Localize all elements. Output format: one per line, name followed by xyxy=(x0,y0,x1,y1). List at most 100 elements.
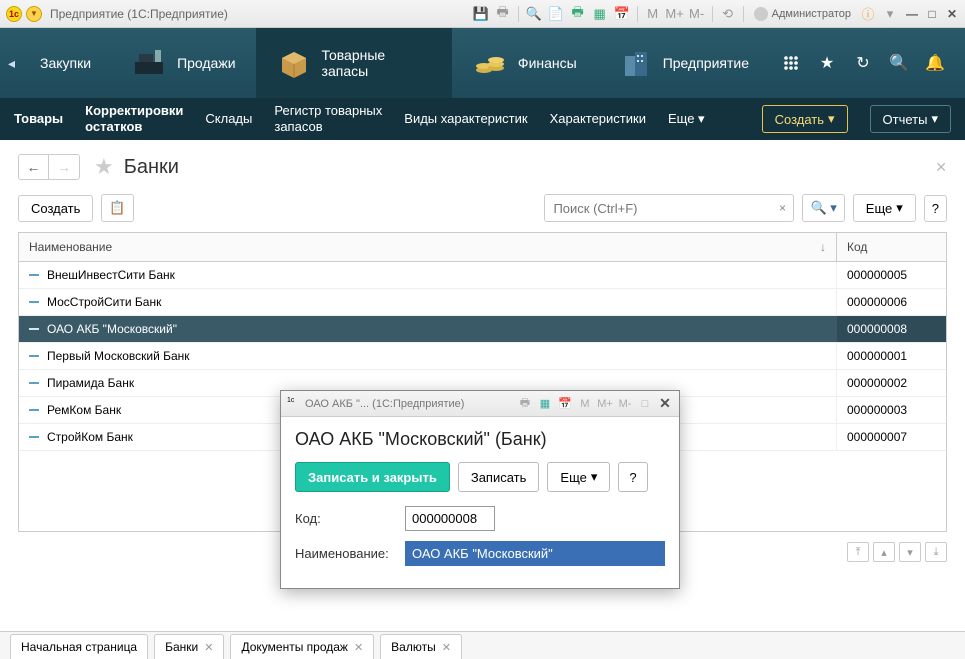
subnav-create-button[interactable]: Создать ▾ xyxy=(762,105,848,133)
dialog-maximize-icon[interactable]: □ xyxy=(637,396,653,412)
row-code: 000000003 xyxy=(836,397,946,423)
tab-close-icon[interactable]: ✕ xyxy=(354,641,363,654)
column-name[interactable]: Наименование↓ xyxy=(19,233,836,261)
section-purchases[interactable]: Закупки xyxy=(20,28,111,98)
dialog-toolbar: Записать и закрыть Записать Еще ▾ ? xyxy=(295,462,665,492)
save-icon[interactable]: 💾 xyxy=(472,5,490,23)
save-and-close-button[interactable]: Записать и закрыть xyxy=(295,462,450,492)
app-logo-icon: 1c xyxy=(6,6,22,22)
dialog-print-icon[interactable]: 🖶 xyxy=(517,396,533,412)
subnav-char-types[interactable]: Виды характеристик xyxy=(404,111,527,127)
calc-icon[interactable]: ▦ xyxy=(591,5,609,23)
section-finance[interactable]: Финансы xyxy=(452,28,597,98)
table-row[interactable]: ОАО АКБ "Московский"000000008 xyxy=(19,316,946,343)
m-minus-icon[interactable]: M- xyxy=(688,5,706,23)
m-plus-icon[interactable]: M+ xyxy=(666,5,684,23)
subnav-reports-button[interactable]: Отчеты ▾ xyxy=(870,105,951,133)
scroll-down-icon[interactable]: ▾ xyxy=(899,542,921,562)
info-icon[interactable]: ⓘ xyxy=(859,5,877,23)
bell-icon[interactable]: 🔔 xyxy=(925,53,945,73)
table-row[interactable]: ВнешИнвестСити Банк000000005 xyxy=(19,262,946,289)
create-button[interactable]: Создать xyxy=(18,195,93,222)
back-icon[interactable]: ⟲ xyxy=(719,5,737,23)
tab-close-icon[interactable]: ✕ xyxy=(442,641,451,654)
tab[interactable]: Валюты✕ xyxy=(380,634,462,659)
search-input[interactable] xyxy=(545,201,771,216)
dialog-more-button[interactable]: Еще ▾ xyxy=(547,462,610,492)
dialog-mplus-icon[interactable]: M+ xyxy=(597,396,613,412)
search-button[interactable]: 🔍 ▾ xyxy=(802,194,844,222)
calendar-icon[interactable]: 📅 xyxy=(613,5,631,23)
apps-icon[interactable] xyxy=(781,53,801,73)
help-button[interactable]: ? xyxy=(924,195,947,222)
page-close-icon[interactable]: ✕ xyxy=(935,159,947,176)
search-icon[interactable]: 🔍 xyxy=(889,53,909,73)
dialog-m-icon[interactable]: M xyxy=(577,396,593,412)
app-menu-dropdown[interactable]: ▼ xyxy=(26,6,42,22)
dialog-mminus-icon[interactable]: M- xyxy=(617,396,633,412)
subnav-corrections[interactable]: Корректировки остатков xyxy=(85,103,183,134)
column-code[interactable]: Код xyxy=(836,233,946,261)
subnav-more[interactable]: Еще ▾ xyxy=(668,111,705,127)
m-icon[interactable]: M xyxy=(644,5,662,23)
dialog-calendar-icon[interactable]: 📅 xyxy=(557,396,573,412)
subnav-goods[interactable]: Товары xyxy=(14,111,63,127)
row-name: ОАО АКБ "Московский" xyxy=(47,322,177,336)
history-icon[interactable]: ↻ xyxy=(853,53,873,73)
favorite-star-icon[interactable]: ★ xyxy=(94,154,114,180)
more-button[interactable]: Еще ▾ xyxy=(853,194,916,222)
app-logo-icon: 1c xyxy=(287,397,301,411)
minimize-button[interactable]: — xyxy=(905,7,919,21)
subnav-characteristics[interactable]: Характеристики xyxy=(550,111,646,127)
print2-icon[interactable]: 🖶 xyxy=(569,5,587,23)
building-icon xyxy=(617,45,653,81)
content-area: ← → ★ Банки ✕ Создать 📋 × 🔍 ▾ Еще ▾ ? На… xyxy=(0,140,965,631)
window-titlebar: 1c ▼ Предприятие (1С:Предприятие) 💾 🖶 🔍 … xyxy=(0,0,965,28)
section-inventory[interactable]: Товарные запасы xyxy=(256,28,452,98)
save-button[interactable]: Записать xyxy=(458,462,540,492)
scroll-bottom-icon[interactable]: ⤓ xyxy=(925,542,947,562)
name-field: Наименование: ОАО АКБ "Московский" xyxy=(295,541,665,566)
scroll-up-icon[interactable]: ▴ xyxy=(873,542,895,562)
subnav-warehouses[interactable]: Склады xyxy=(205,111,252,127)
dropdown-icon[interactable]: ▾ xyxy=(881,5,899,23)
print-icon[interactable]: 🖶 xyxy=(494,5,512,23)
nav-prev[interactable]: ◂ xyxy=(8,55,20,72)
scroll-top-icon[interactable]: ⤒ xyxy=(847,542,869,562)
tab[interactable]: Начальная страница xyxy=(10,634,148,659)
name-input[interactable]: ОАО АКБ "Московский" xyxy=(405,541,665,566)
row-marker-icon xyxy=(29,382,39,384)
titlebar-toolbar: 💾 🖶 🔍 📄 🖶 ▦ 📅 M M+ M- ⟲ Администратор ⓘ … xyxy=(472,5,899,23)
back-button[interactable]: ← xyxy=(19,155,49,179)
code-input[interactable] xyxy=(405,506,495,531)
forward-button[interactable]: → xyxy=(49,155,79,179)
section-sales[interactable]: Продажи xyxy=(111,28,255,98)
avatar-icon xyxy=(754,7,768,21)
current-user[interactable]: Администратор xyxy=(750,7,855,21)
clear-search-icon[interactable]: × xyxy=(771,201,793,215)
section-enterprise[interactable]: Предприятие xyxy=(597,28,769,98)
table-row[interactable]: Первый Московский Банк000000001 xyxy=(19,343,946,370)
dialog-title: ОАО АКБ "Московский" (Банк) xyxy=(295,429,665,450)
close-button[interactable]: ✕ xyxy=(945,7,959,21)
section-label: Продажи xyxy=(177,55,235,71)
dialog-titlebar[interactable]: 1c ОАО АКБ "... (1С:Предприятие) 🖶 ▦ 📅 M… xyxy=(281,391,679,417)
table-row[interactable]: МосСтройСити Банк000000006 xyxy=(19,289,946,316)
subnav-register[interactable]: Регистр товарных запасов xyxy=(274,103,382,134)
copy-button[interactable]: 📋 xyxy=(101,194,133,222)
document-icon[interactable]: 📄 xyxy=(547,5,565,23)
tab[interactable]: Документы продаж✕ xyxy=(230,634,374,659)
dialog-window-title: ОАО АКБ "... (1С:Предприятие) xyxy=(305,398,464,410)
tab-close-icon[interactable]: ✕ xyxy=(204,641,213,654)
history-nav: ← → xyxy=(18,154,80,180)
dialog-help-button[interactable]: ? xyxy=(618,462,647,492)
star-icon[interactable]: ★ xyxy=(817,53,837,73)
dialog-calc-icon[interactable]: ▦ xyxy=(537,396,553,412)
name-label: Наименование: xyxy=(295,546,405,561)
row-code: 000000002 xyxy=(836,370,946,396)
dialog-close-icon[interactable]: ✕ xyxy=(657,396,673,412)
preview-icon[interactable]: 🔍 xyxy=(525,5,543,23)
box-icon xyxy=(276,45,312,81)
maximize-button[interactable]: □ xyxy=(925,7,939,21)
tab[interactable]: Банки✕ xyxy=(154,634,224,659)
